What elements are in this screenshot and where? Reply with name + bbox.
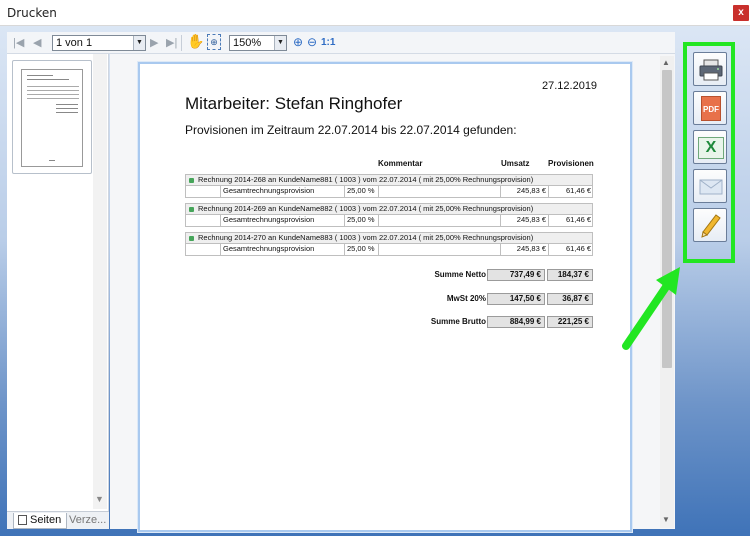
thumbnail-line bbox=[27, 98, 79, 99]
printer-icon bbox=[699, 59, 723, 81]
detail-commission: 61,46 € bbox=[548, 215, 593, 226]
report-date: 27.12.2019 bbox=[542, 80, 598, 92]
chevron-down-icon[interactable]: ▼ bbox=[95, 494, 104, 504]
email-icon bbox=[699, 179, 723, 195]
detail-percent: 25,00 % bbox=[344, 215, 378, 226]
invoice-text: Rechnung 2014-268 an KundeName881 ( 1003… bbox=[198, 175, 534, 184]
tab-seiten[interactable]: Seiten bbox=[13, 513, 67, 529]
hand-tool-icon[interactable]: ✋ bbox=[187, 34, 204, 48]
thumbnail-scrollbar[interactable]: ▼ bbox=[93, 54, 107, 509]
detail-row: Gesamtrechnungsprovision 25,00 % 245,83 … bbox=[185, 186, 593, 198]
invoice-row: Rechnung 2014-269 an KundeName882 ( 1003… bbox=[185, 203, 593, 215]
total-label: MwSt 20% bbox=[446, 294, 486, 303]
expand-icon[interactable] bbox=[189, 236, 194, 241]
pdf-export-button[interactable]: PDF bbox=[693, 91, 727, 125]
detail-comment bbox=[378, 186, 500, 197]
detail-commission: 61,46 € bbox=[548, 244, 593, 255]
thumbnail-line bbox=[49, 160, 55, 161]
edit-button[interactable] bbox=[693, 208, 727, 242]
chevron-up-icon[interactable]: ▲ bbox=[662, 58, 670, 67]
previous-page-icon[interactable]: ◀ bbox=[33, 36, 41, 50]
column-header-commission: Provisionen bbox=[548, 159, 594, 168]
detail-comment bbox=[378, 215, 500, 226]
window-title: Drucken bbox=[7, 6, 57, 20]
chevron-down-icon[interactable]: ▼ bbox=[274, 36, 286, 50]
detail-revenue: 245,83 € bbox=[500, 186, 548, 197]
zoom-in-icon[interactable]: ⊕ bbox=[293, 35, 303, 49]
total-revenue: 884,99 € bbox=[487, 316, 545, 328]
total-label: Summe Brutto bbox=[430, 317, 486, 326]
detail-row: Gesamtrechnungsprovision 25,00 % 245,83 … bbox=[185, 215, 593, 227]
invoice-text: Rechnung 2014-270 an KundeName883 ( 1003… bbox=[198, 233, 534, 242]
detail-revenue: 245,83 € bbox=[500, 215, 548, 226]
tab-seiten-label: Seiten bbox=[30, 514, 62, 526]
chevron-down-icon[interactable]: ▼ bbox=[662, 515, 670, 524]
detail-percent: 25,00 % bbox=[344, 186, 378, 197]
print-button[interactable] bbox=[693, 52, 727, 86]
column-header-comment: Kommentar bbox=[378, 159, 423, 168]
excel-icon: X bbox=[698, 137, 724, 159]
title-bar: Drucken x bbox=[0, 0, 750, 26]
report-subtitle: Provisionen im Zeitraum 22.07.2014 bis 2… bbox=[185, 123, 517, 137]
actual-size-button[interactable]: 1:1 bbox=[321, 36, 335, 50]
zoom-out-icon[interactable]: ⊖ bbox=[307, 35, 317, 49]
pdf-icon: PDF bbox=[701, 96, 721, 121]
report-page: 27.12.2019 Mitarbeiter: Stefan Ringhofer… bbox=[138, 62, 632, 532]
zoom-select[interactable]: 150% ▼ bbox=[229, 35, 287, 51]
first-page-icon[interactable]: |◀ bbox=[13, 36, 24, 50]
expand-icon[interactable] bbox=[189, 207, 194, 212]
highlight-arrow bbox=[622, 267, 680, 350]
total-commission: 36,87 € bbox=[547, 293, 593, 305]
page-thumbnail[interactable] bbox=[12, 60, 92, 174]
invoice-row: Rechnung 2014-270 an KundeName883 ( 1003… bbox=[185, 232, 593, 244]
detail-label: Gesamtrechnungsprovision bbox=[220, 186, 314, 197]
total-revenue: 737,49 € bbox=[487, 269, 545, 281]
thumbnail-line bbox=[27, 94, 79, 95]
thumbnail-line bbox=[27, 75, 53, 76]
thumbnail-line bbox=[56, 112, 78, 113]
select-tool-icon[interactable]: ⊕ bbox=[207, 34, 221, 50]
export-actions-panel: PDF X bbox=[683, 42, 735, 263]
expand-icon[interactable] bbox=[189, 178, 194, 183]
tab-verzeichnis[interactable]: Verze... bbox=[69, 513, 109, 529]
thumbnail-page bbox=[21, 69, 83, 167]
page-select[interactable]: 1 von 1 ▼ bbox=[52, 35, 146, 51]
thumbnail-line bbox=[27, 90, 79, 91]
detail-label: Gesamtrechnungsprovision bbox=[220, 215, 314, 226]
thumbnail-line bbox=[27, 79, 69, 80]
pencil-icon bbox=[701, 214, 721, 238]
employee-title: Mitarbeiter: Stefan Ringhofer bbox=[185, 94, 403, 113]
next-page-icon[interactable]: ▶ bbox=[150, 36, 158, 50]
thumbnail-tabs: Seiten Verze... bbox=[7, 511, 109, 529]
detail-percent: 25,00 % bbox=[344, 244, 378, 255]
thumbnail-line bbox=[27, 86, 79, 87]
detail-comment bbox=[378, 244, 500, 255]
total-commission: 221,25 € bbox=[547, 316, 593, 328]
excel-export-button[interactable]: X bbox=[693, 130, 727, 164]
invoice-row: Rechnung 2014-268 an KundeName881 ( 1003… bbox=[185, 174, 593, 186]
detail-label: Gesamtrechnungsprovision bbox=[220, 244, 314, 255]
thumbnail-panel: ▼ Seiten Verze... bbox=[7, 54, 109, 529]
page-select-value: 1 von 1 bbox=[56, 37, 93, 49]
tab-verzeichnis-label: Verze... bbox=[69, 514, 107, 526]
detail-row: Gesamtrechnungsprovision 25,00 % 245,83 … bbox=[185, 244, 593, 256]
total-revenue: 147,50 € bbox=[487, 293, 545, 305]
invoice-text: Rechnung 2014-269 an KundeName882 ( 1003… bbox=[198, 204, 534, 213]
thumbnail-line bbox=[56, 108, 78, 109]
chevron-down-icon[interactable]: ▼ bbox=[133, 36, 145, 50]
close-button[interactable]: x bbox=[733, 5, 749, 21]
total-label: Summe Netto bbox=[434, 270, 486, 279]
last-page-icon[interactable]: ▶| bbox=[166, 36, 177, 50]
zoom-select-value: 150% bbox=[233, 37, 262, 49]
email-button[interactable] bbox=[693, 169, 727, 203]
pages-icon bbox=[18, 515, 27, 525]
toolbar-divider bbox=[181, 35, 182, 51]
detail-revenue: 245,83 € bbox=[500, 244, 548, 255]
preview-toolbar: |◀ ◀ 1 von 1 ▼ ▶ ▶| ✋ ⊕ 150% ▼ ⊕ ⊖ 1:1 bbox=[7, 32, 675, 54]
total-commission: 184,37 € bbox=[547, 269, 593, 281]
detail-commission: 61,46 € bbox=[548, 186, 593, 197]
thumbnail-line bbox=[56, 104, 78, 105]
column-header-revenue: Umsatz bbox=[501, 159, 530, 168]
